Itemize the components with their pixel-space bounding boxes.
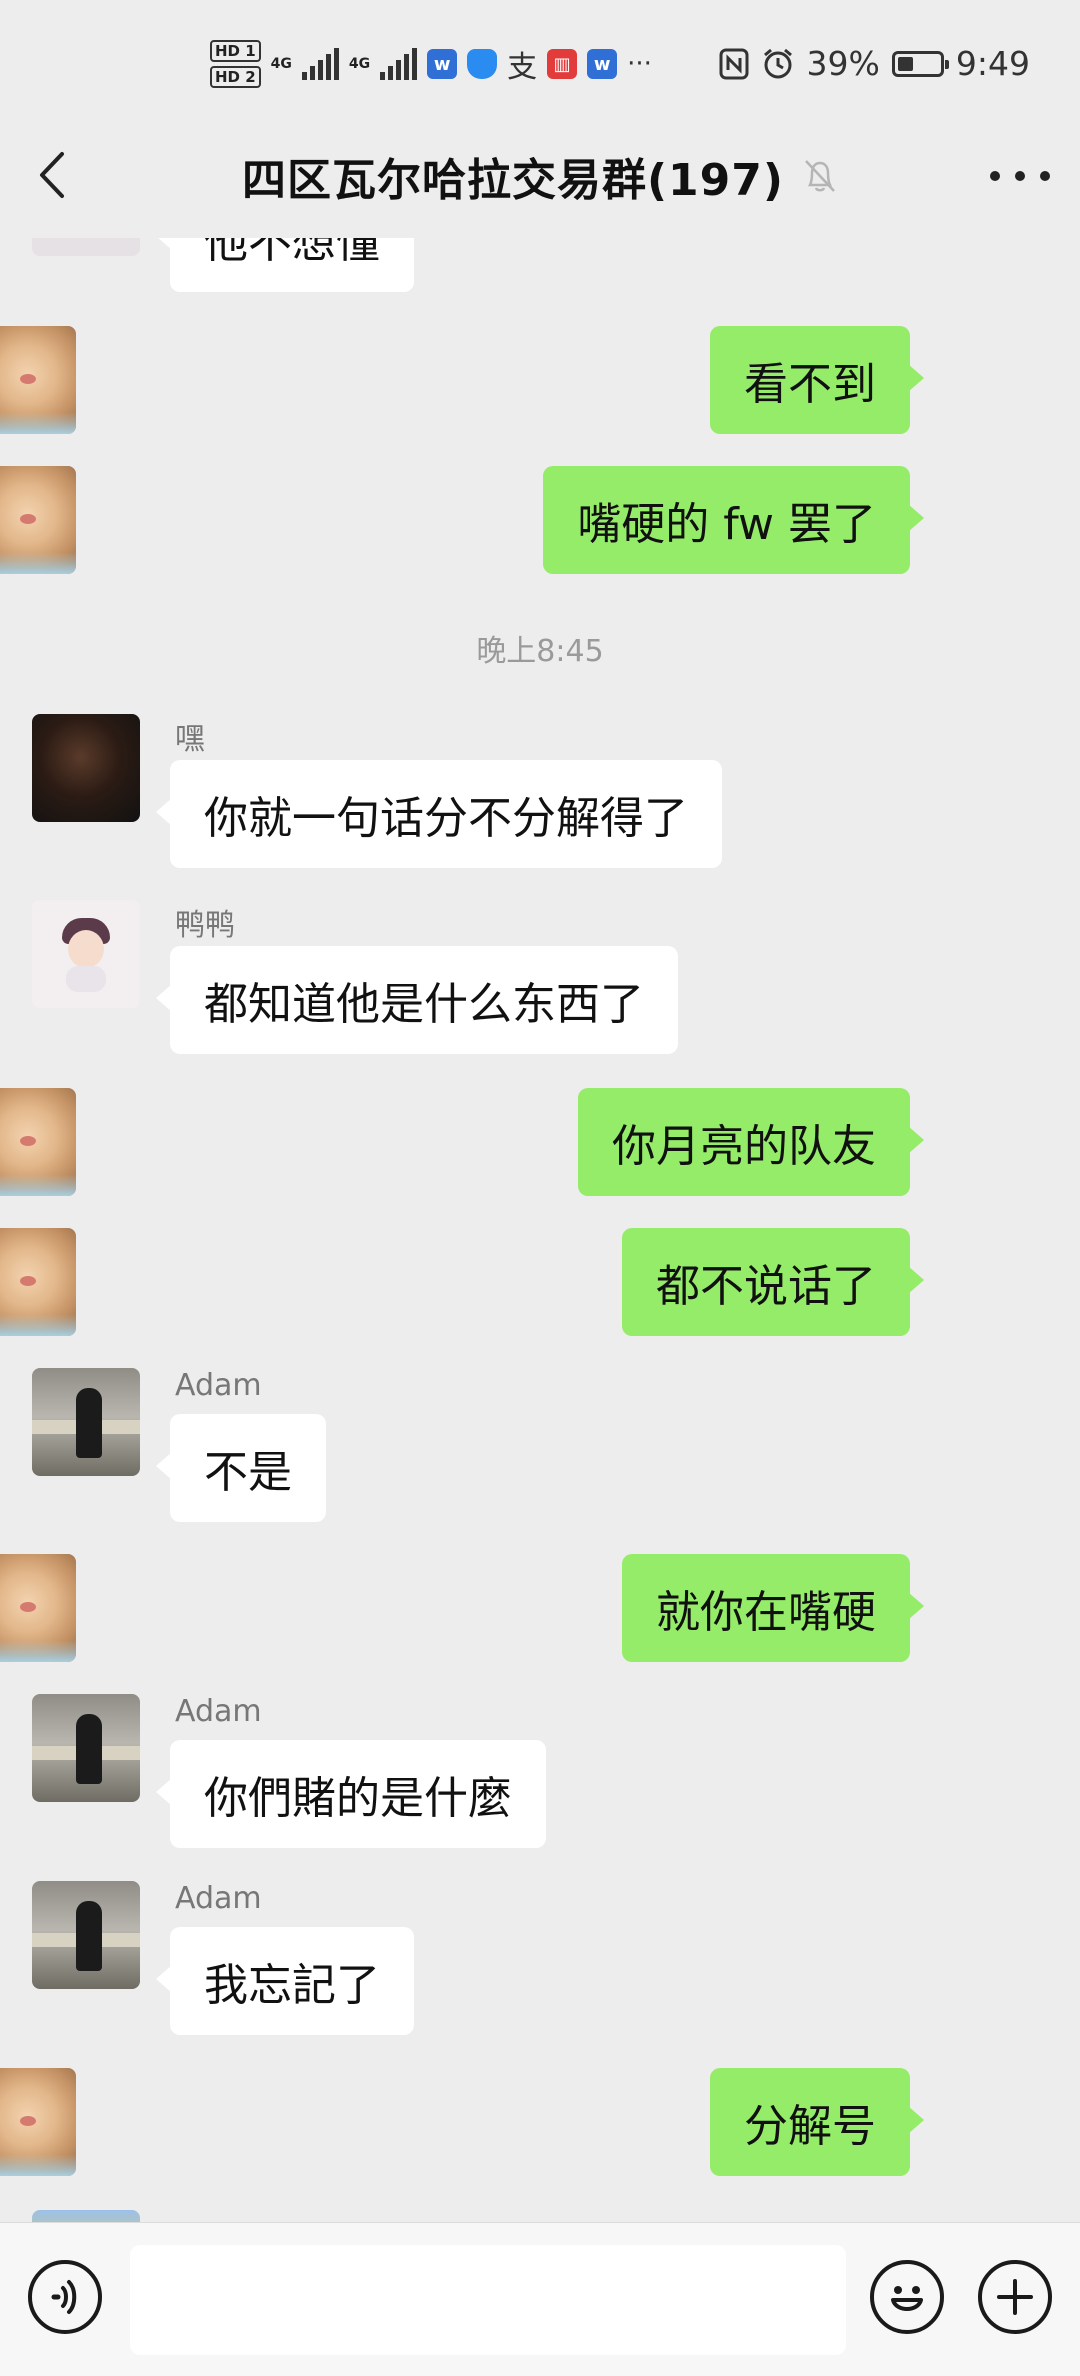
message-bubble[interactable]: 嘴硬的 fw 罢了 — [543, 466, 924, 574]
sender-name: 鸭鸭 — [175, 908, 235, 943]
sender-name: 嘿 — [175, 722, 205, 757]
avatar[interactable] — [32, 238, 140, 256]
signal2-icon — [380, 48, 418, 80]
avatar[interactable] — [0, 1228, 76, 1336]
hd-indicators: HD 1 HD 2 — [210, 40, 261, 88]
alarm-icon — [763, 48, 792, 78]
message-row: Adam 你們賭的是什麼 — [0, 1694, 1080, 1854]
message-bubble[interactable]: 就你在嘴硬 — [622, 1554, 924, 1662]
nfc-icon — [719, 48, 749, 79]
alipay-icon: 支 — [507, 50, 538, 85]
more-dot — [1015, 171, 1025, 181]
message-bubble[interactable]: 我忘記了 — [156, 1927, 414, 2035]
message-row: 嘴硬的 fw 罢了 — [0, 466, 1080, 576]
app-notification-icon: w — [427, 49, 458, 79]
message-row: Adam 我忘記了 — [0, 1881, 1080, 2041]
message-row: 看不到 — [0, 326, 1080, 436]
avatar[interactable] — [0, 1088, 76, 1196]
message-row: 鸭鸭 都知道他是什么东西了 — [0, 900, 1080, 1060]
net1-label: 4G — [270, 56, 292, 72]
message-input[interactable] — [130, 2245, 846, 2355]
input-bar — [0, 2222, 1080, 2376]
chat-header: 四区瓦尔哈拉交易群(197) — [0, 110, 1080, 238]
bell-off-icon — [805, 160, 835, 192]
shield-icon — [467, 49, 498, 79]
message-bubble[interactable]: 分解号 — [710, 2068, 924, 2176]
battery-fill — [897, 56, 914, 71]
avatar[interactable] — [0, 466, 76, 574]
more-dot — [1040, 171, 1050, 181]
signal1-icon — [301, 48, 339, 80]
avatar[interactable] — [0, 326, 76, 434]
chat-screen: HD 1 HD 2 4G 4G w 支 ▥ w ··· 39% 9:49 四区瓦… — [0, 0, 1080, 2376]
more-dot — [990, 171, 1000, 181]
emoji-button[interactable] — [870, 2260, 944, 2334]
timestamp: 晚上8:45 — [476, 634, 604, 669]
message-bubble[interactable]: 他不想懂 — [156, 238, 414, 292]
message-row: 都不说话了 — [0, 1228, 1080, 1338]
sender-name: Adam — [175, 1881, 262, 1916]
message-bubble[interactable]: 你們賭的是什麼 — [156, 1740, 546, 1848]
more-notifications: ··· — [627, 49, 652, 79]
message-row: 他不想懂 — [0, 238, 1080, 308]
status-right: 39% 9:49 — [719, 44, 1030, 83]
battery-icon — [891, 50, 949, 77]
clock: 9:49 — [955, 44, 1030, 83]
message-bubble[interactable]: 都知道他是什么东西了 — [156, 946, 678, 1054]
avatar[interactable] — [0, 2068, 76, 2176]
hd1-badge: HD 1 — [210, 40, 261, 62]
message-row: 你月亮的队友 — [0, 1088, 1080, 1198]
emoji-icon — [891, 2286, 923, 2311]
avatar[interactable] — [32, 714, 140, 822]
avatar[interactable] — [32, 1881, 140, 1989]
chat-title[interactable]: 四区瓦尔哈拉交易群(197) — [242, 144, 784, 208]
avatar[interactable] — [32, 1694, 140, 1802]
message-row: 嘿 你就一句话分不分解得了 — [0, 714, 1080, 874]
message-row: 就你在嘴硬 — [0, 1554, 1080, 1664]
voice-button[interactable] — [28, 2260, 102, 2334]
avatar[interactable] — [32, 1368, 140, 1476]
status-bar: HD 1 HD 2 4G 4G w 支 ▥ w ··· 39% 9:49 — [0, 0, 1080, 110]
avatar[interactable] — [32, 2210, 140, 2222]
more-button[interactable] — [990, 156, 1050, 196]
message-list[interactable]: 他不想懂 看不到 嘴硬的 fw 罢了 晚上8:45 嘿 你就一句话分不分解得了 … — [0, 238, 1080, 2222]
plus-icon — [997, 2279, 1033, 2315]
title-wrap: 四区瓦尔哈拉交易群(197) — [0, 144, 1080, 208]
sender-name: Adam — [175, 1694, 262, 1729]
message-bubble[interactable]: 都不说话了 — [622, 1228, 924, 1336]
sender-name: Adam — [175, 1368, 262, 1403]
message-bubble[interactable]: 不是 — [156, 1414, 326, 1522]
book-icon: ▥ — [547, 49, 578, 79]
plus-button[interactable] — [978, 2260, 1052, 2334]
message-bubble[interactable]: 看不到 — [710, 326, 924, 434]
message-row: 分解号 — [0, 2068, 1080, 2178]
battery-percent: 39% — [806, 44, 880, 83]
message-bubble[interactable]: 你月亮的队友 — [578, 1088, 924, 1196]
message-row — [0, 2210, 1080, 2222]
app-notification-icon-2: w — [587, 49, 618, 79]
avatar[interactable] — [0, 1554, 76, 1662]
message-bubble[interactable]: 你就一句话分不分解得了 — [156, 760, 722, 868]
net2-label: 4G — [348, 56, 371, 72]
avatar[interactable] — [32, 900, 140, 1008]
status-left: HD 1 HD 2 4G 4G w 支 ▥ w ··· — [210, 40, 652, 88]
voice-icon — [51, 2280, 77, 2314]
hd2-badge: HD 2 — [210, 66, 261, 88]
message-row: Adam 不是 — [0, 1368, 1080, 1528]
